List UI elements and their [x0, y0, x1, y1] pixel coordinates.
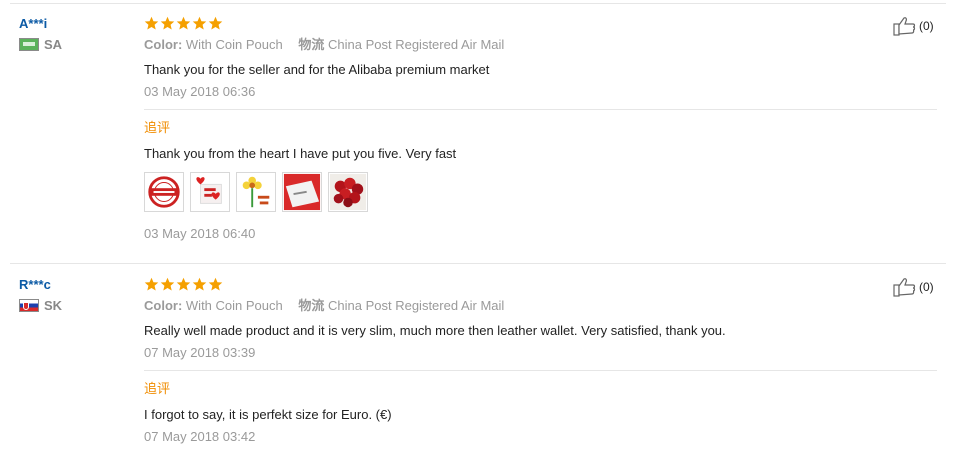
- followup-text: I forgot to say, it is perfekt size for …: [144, 407, 392, 422]
- star-icon: [176, 16, 191, 30]
- country-code: SA: [44, 37, 63, 52]
- followup-date: 07 May 2018 03:42: [144, 429, 256, 444]
- followup-text: Thank you from the heart I have put you …: [144, 146, 457, 161]
- helpful-count: (0): [919, 280, 934, 294]
- country-code: SK: [44, 298, 63, 313]
- saudi-arabia-flag-icon: [19, 38, 39, 51]
- shipping-value: China Post Registered Air Mail: [328, 37, 505, 52]
- star-icon: [160, 277, 175, 291]
- shipping-value: China Post Registered Air Mail: [328, 298, 505, 313]
- followup-label: 追评: [144, 120, 171, 135]
- reviewer-name[interactable]: R***c: [19, 277, 129, 293]
- review-photo-red-roses[interactable]: [328, 172, 368, 212]
- star-icon: [144, 277, 159, 291]
- reviewer-info: R***c SK: [19, 277, 129, 313]
- star-rating: [144, 16, 934, 32]
- reviewer-country: SA: [19, 37, 129, 52]
- slovakia-flag-icon: [19, 299, 39, 312]
- review-date: 03 May 2018 06:36: [144, 84, 256, 99]
- followup-label: 追评: [144, 381, 171, 396]
- reviewer-info: A***i SA: [19, 16, 129, 52]
- thumbs-up-icon[interactable]: [893, 16, 917, 36]
- star-icon: [176, 277, 191, 291]
- helpful-vote[interactable]: (0): [893, 277, 934, 297]
- followup-photos: [144, 172, 934, 212]
- order-attributes: Color: With Coin Pouch 物流 China Post Reg…: [144, 37, 934, 53]
- reviewer-name[interactable]: A***i: [19, 16, 129, 32]
- color-label: Color:: [144, 37, 183, 52]
- star-icon: [208, 277, 223, 291]
- review-divider: [10, 263, 946, 264]
- thumbs-up-icon[interactable]: [893, 277, 917, 297]
- order-attributes: Color: With Coin Pouch 物流 China Post Reg…: [144, 298, 934, 314]
- star-icon: [192, 277, 207, 291]
- review-content: Color: With Coin Pouch 物流 China Post Reg…: [144, 277, 937, 445]
- review-photo-thank-you-hearts[interactable]: [190, 172, 230, 212]
- helpful-vote[interactable]: (0): [893, 16, 934, 36]
- review-photo-thank-you-flower[interactable]: [236, 172, 276, 212]
- review-photo-thank-you-stamp[interactable]: [144, 172, 184, 212]
- reviewer-country: SK: [19, 298, 129, 313]
- review-date: 07 May 2018 03:39: [144, 345, 256, 360]
- star-icon: [192, 16, 207, 30]
- color-value: With Coin Pouch: [185, 298, 283, 313]
- followup-divider: [144, 370, 937, 371]
- review-text: Really well made product and it is very …: [144, 323, 726, 338]
- review-text: Thank you for the seller and for the Ali…: [144, 62, 490, 77]
- shipping-label: 物流: [298, 298, 325, 313]
- followup-date: 03 May 2018 06:40: [144, 226, 256, 241]
- followup-divider: [144, 109, 937, 110]
- color-label: Color:: [144, 298, 183, 313]
- color-value: With Coin Pouch: [185, 37, 283, 52]
- star-icon: [208, 16, 223, 30]
- star-icon: [160, 16, 175, 30]
- top-divider: [10, 3, 946, 4]
- shipping-label: 物流: [298, 37, 325, 52]
- helpful-count: (0): [919, 19, 934, 33]
- star-rating: [144, 277, 934, 293]
- review-content: Color: With Coin Pouch 物流 China Post Reg…: [144, 16, 937, 242]
- review-photo-thank-you-card[interactable]: [282, 172, 322, 212]
- star-icon: [144, 16, 159, 30]
